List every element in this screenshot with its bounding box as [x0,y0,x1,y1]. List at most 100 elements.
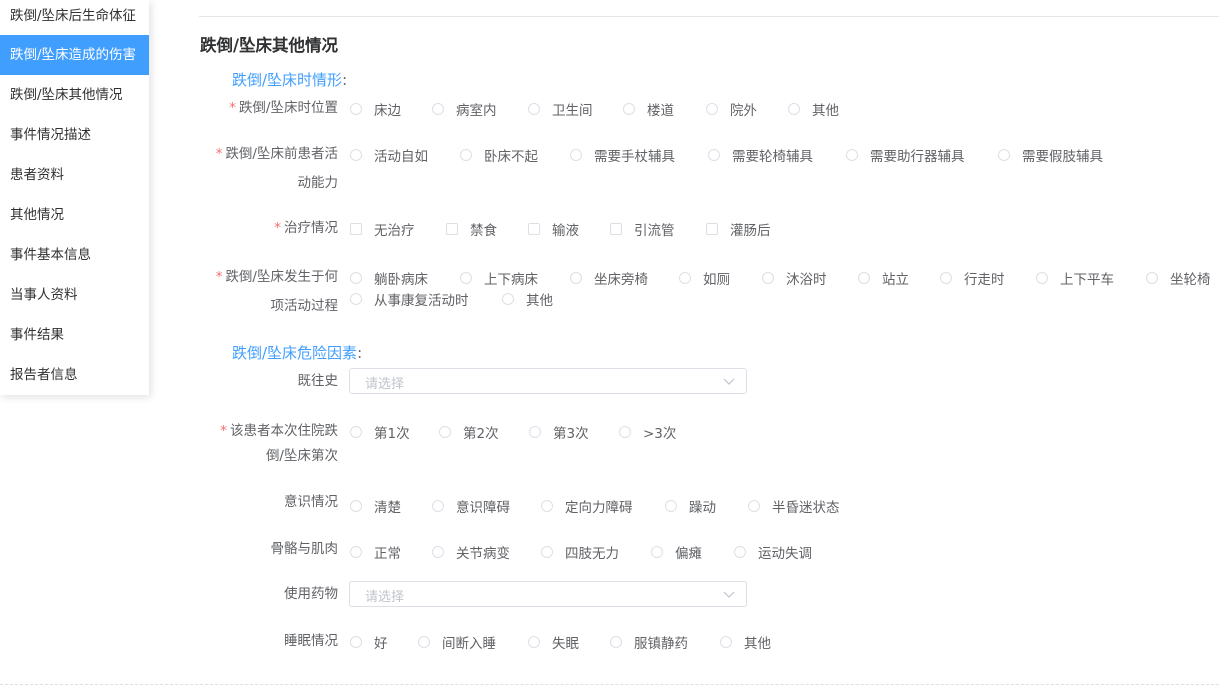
musculoskeletal-option-normal[interactable]: 正常 [350,542,401,562]
radio-circle[interactable] [350,426,362,438]
activity-option-walking[interactable]: 行走时 [940,268,1005,288]
radio-circle[interactable] [350,636,362,648]
radio-circle[interactable] [432,103,444,115]
radio-circle[interactable] [350,103,362,115]
sleep-option-sedative[interactable]: 服镇静药 [610,632,688,652]
ability-option-wheelchair[interactable]: 需要轮椅辅具 [708,145,813,165]
musculoskeletal-option-hemiplegia[interactable]: 偏瘫 [651,542,702,562]
activity-option-wheelchair[interactable]: 坐轮椅 [1146,268,1211,288]
checkbox-box[interactable] [706,223,718,235]
treatment-option-fasting[interactable]: 禁食 [446,219,497,239]
radio-circle[interactable] [762,272,774,284]
radio-circle[interactable] [720,636,732,648]
sleep-option-good[interactable]: 好 [350,632,388,652]
radio-circle[interactable] [610,636,622,648]
sleep-option-insomnia[interactable]: 失眠 [528,632,579,652]
radio-circle[interactable] [529,426,541,438]
sidebar-item-injury[interactable]: 跌倒/坠床造成的伤害 [0,35,149,75]
consciousness-option-clear[interactable]: 清楚 [350,496,401,516]
sidebar-item-party-info[interactable]: 当事人资料 [0,275,149,315]
count-option-2[interactable]: 第2次 [439,422,499,442]
location-option-ward[interactable]: 病室内 [432,99,497,119]
radio-circle[interactable] [788,103,800,115]
history-select[interactable]: 请选择 [349,368,747,394]
activity-option-bathing[interactable]: 沐浴时 [762,268,827,288]
radio-circle[interactable] [350,149,362,161]
radio-circle[interactable] [432,500,444,512]
ability-option-free[interactable]: 活动自如 [350,145,428,165]
activity-option-bedside-chair[interactable]: 坐床旁椅 [570,268,648,288]
radio-circle[interactable] [460,149,472,161]
checkbox-box[interactable] [350,223,362,235]
radio-circle[interactable] [619,426,631,438]
radio-circle[interactable] [858,272,870,284]
sleep-option-intermittent[interactable]: 间断入睡 [418,632,496,652]
radio-circle[interactable] [748,500,760,512]
activity-option-standing[interactable]: 站立 [858,268,909,288]
radio-circle[interactable] [570,272,582,284]
radio-circle[interactable] [350,293,362,305]
consciousness-option-agitation[interactable]: 躁动 [665,496,716,516]
musculoskeletal-option-joint[interactable]: 关节病变 [432,542,510,562]
location-option-bedside[interactable]: 床边 [350,99,401,119]
location-option-restroom[interactable]: 卫生间 [528,99,593,119]
consciousness-option-disorientation[interactable]: 定向力障碍 [541,496,633,516]
activity-option-rehab[interactable]: 从事康复活动时 [350,289,469,309]
radio-circle[interactable] [651,546,663,558]
checkbox-box[interactable] [528,223,540,235]
treatment-option-none[interactable]: 无治疗 [350,219,415,239]
sidebar-item-vital-signs[interactable]: 跌倒/坠床后生命体征 [0,0,149,35]
sidebar-item-other-fall-situation[interactable]: 跌倒/坠床其他情况 [0,75,149,115]
sleep-option-other[interactable]: 其他 [720,632,771,652]
activity-option-toilet[interactable]: 如厕 [679,268,730,288]
ability-option-prosthesis[interactable]: 需要假肢辅具 [998,145,1103,165]
count-option-1[interactable]: 第1次 [350,422,410,442]
radio-circle[interactable] [350,272,362,284]
ability-option-bedridden[interactable]: 卧床不起 [460,145,538,165]
radio-circle[interactable] [528,636,540,648]
radio-circle[interactable] [665,500,677,512]
sidebar-item-patient-info[interactable]: 患者资料 [0,155,149,195]
consciousness-option-semicoma[interactable]: 半昏迷状态 [748,496,840,516]
musculoskeletal-option-ataxia[interactable]: 运动失调 [734,542,812,562]
sidebar-item-event-result[interactable]: 事件结果 [0,315,149,355]
radio-circle[interactable] [1146,272,1158,284]
sidebar-item-reporter-info[interactable]: 报告者信息 [0,355,149,395]
radio-circle[interactable] [734,546,746,558]
radio-circle[interactable] [350,500,362,512]
radio-circle[interactable] [541,500,553,512]
treatment-option-drainage[interactable]: 引流管 [610,219,675,239]
radio-circle[interactable] [528,103,540,115]
radio-circle[interactable] [706,103,718,115]
activity-option-other[interactable]: 其他 [502,289,553,309]
radio-circle[interactable] [1036,272,1048,284]
sidebar-item-event-description[interactable]: 事件情况描述 [0,115,149,155]
location-option-corridor[interactable]: 楼道 [623,99,674,119]
radio-circle[interactable] [439,426,451,438]
sidebar-item-event-basic-info[interactable]: 事件基本信息 [0,235,149,275]
ability-option-walker[interactable]: 需要助行器辅具 [846,145,965,165]
ability-option-cane[interactable]: 需要手杖辅具 [570,145,675,165]
radio-circle[interactable] [541,546,553,558]
radio-circle[interactable] [679,272,691,284]
radio-circle[interactable] [570,149,582,161]
radio-circle[interactable] [940,272,952,284]
radio-circle[interactable] [432,546,444,558]
count-option-3[interactable]: 第3次 [529,422,589,442]
checkbox-box[interactable] [610,223,622,235]
location-option-outside[interactable]: 院外 [706,99,757,119]
treatment-option-enema[interactable]: 灌肠后 [706,219,771,239]
sidebar-item-other[interactable]: 其他情况 [0,195,149,235]
radio-circle[interactable] [460,272,472,284]
radio-circle[interactable] [418,636,430,648]
radio-circle[interactable] [998,149,1010,161]
activity-option-stretcher[interactable]: 上下平车 [1036,268,1114,288]
count-option-more-than-3[interactable]: >3次 [619,422,676,442]
checkbox-box[interactable] [446,223,458,235]
consciousness-option-disorder[interactable]: 意识障碍 [432,496,510,516]
radio-circle[interactable] [623,103,635,115]
activity-option-getting-in-out-bed[interactable]: 上下病床 [460,268,538,288]
radio-circle[interactable] [350,546,362,558]
radio-circle[interactable] [708,149,720,161]
radio-circle[interactable] [502,293,514,305]
